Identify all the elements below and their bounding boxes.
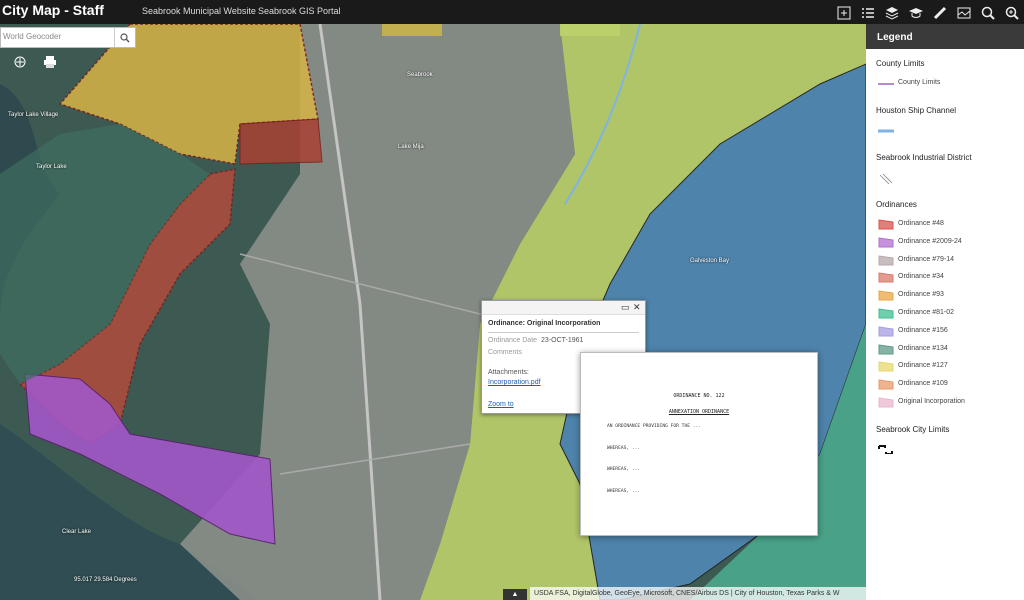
legend-item-ordinance: Ordinance #79-14 xyxy=(878,254,1018,268)
ship-channel-swatch xyxy=(878,129,894,133)
print-icon[interactable] xyxy=(40,52,60,72)
map-label: Seabrook xyxy=(407,72,433,78)
legend-header: Legend xyxy=(866,24,1024,49)
gis-portal-link[interactable]: Seabrook GIS Portal xyxy=(258,6,341,16)
legend-item-label: County Limits xyxy=(898,79,941,86)
popup-title: Ordinance: Original Incorporation xyxy=(488,320,601,327)
app-title: City Map - Staff xyxy=(2,2,104,18)
legend-item-city-limits xyxy=(878,442,1018,456)
chevron-up-icon[interactable]: ▲ xyxy=(503,589,527,600)
legend-item-label: Ordinance #127 xyxy=(898,362,948,370)
ordinance-swatch xyxy=(878,272,894,283)
zoom-icon[interactable] xyxy=(976,2,1000,24)
legend-item-label: Ordinance #48 xyxy=(898,220,944,227)
ordinance-swatch xyxy=(878,237,894,248)
legend-group-ship-channel: Houston Ship Channel xyxy=(876,106,957,115)
city-limits-swatch xyxy=(878,445,893,454)
ordinance-date-label: Ordinance Date xyxy=(488,337,538,344)
legend-item-ship-channel xyxy=(878,124,1018,138)
legend-item-ordinance: Ordinance #93 xyxy=(878,289,1018,303)
toolbar xyxy=(832,2,1024,24)
hatch-icon xyxy=(879,173,893,184)
share-icon[interactable] xyxy=(10,52,30,72)
municipal-website-link[interactable]: Seabrook Municipal Website xyxy=(142,6,256,16)
app-header: City Map - Staff Seabrook Municipal Webs… xyxy=(0,0,1024,24)
search-input[interactable]: World Geocoder xyxy=(0,27,136,48)
ordinance-swatch xyxy=(878,290,894,301)
legend-item-ordinance: Ordinance #134 xyxy=(878,343,1018,357)
search-placeholder: World Geocoder xyxy=(3,32,62,41)
legend-item-label: Ordinance #2009-24 xyxy=(898,237,962,245)
document-line: WHEREAS, ... xyxy=(607,467,641,472)
ruler-icon[interactable] xyxy=(928,2,952,24)
map-label: Clear Lake xyxy=(62,529,92,535)
divider xyxy=(488,332,639,333)
ordinance-swatch xyxy=(878,308,894,319)
document-line: WHEREAS, ... xyxy=(607,445,641,451)
legend-item-ordinance: Ordinance #34 xyxy=(878,271,1018,285)
close-icon[interactable]: ✕ xyxy=(633,302,641,313)
maximize-icon[interactable]: ▭ xyxy=(621,302,630,313)
legend-item-label: Ordinance #79-14 xyxy=(898,255,955,263)
layers-icon[interactable] xyxy=(880,2,904,24)
document-line: WHEREAS, ... xyxy=(607,488,641,494)
ordinance-swatch xyxy=(878,379,894,390)
legend-item-label: Ordinance #134 xyxy=(898,344,948,352)
legend-group-city-limits: Seabrook City Limits xyxy=(876,425,950,434)
map-label: Taylor Lake Village xyxy=(8,112,59,118)
legend-item-label: Ordinance #34 xyxy=(898,273,944,281)
legend-title: Legend xyxy=(877,32,913,43)
legend-item-label: Original Incorporation xyxy=(898,398,965,405)
legend-item-ordinance: Ordinance #81-02 xyxy=(878,307,1018,321)
graduation-cap-icon[interactable] xyxy=(904,2,928,24)
ordinance-swatch xyxy=(878,397,894,408)
document-heading: ORDINANCE NO. 122 xyxy=(673,393,725,399)
document-body: AN ORDINANCE PROVIDING FOR THE ... WHERE… xyxy=(607,423,793,495)
legend-group-county-limits: County Limits xyxy=(876,59,925,68)
basemap-icon[interactable] xyxy=(952,2,976,24)
ordinance-date-value: 23-OCT-1961 xyxy=(541,337,584,344)
coordinates-readout: 95.017 29.584 Degrees xyxy=(74,577,137,583)
search-icon[interactable] xyxy=(114,28,135,47)
ordinance-date-row: Ordinance Date 23-OCT-1961 xyxy=(488,337,583,344)
popup-header: ▭ ✕ xyxy=(482,301,645,315)
map-attribution: USDA FSA, DigitalGlobe, GeoEye, Microsof… xyxy=(530,587,866,600)
attachment-link[interactable]: Incorporation.pdf xyxy=(488,379,541,386)
ordinance-swatch xyxy=(878,255,894,266)
search-map-icon[interactable] xyxy=(1000,2,1024,24)
legend-item-label: Ordinance #156 xyxy=(898,326,948,334)
attachments-label: Attachments: xyxy=(488,369,529,376)
legend-item-industrial-district xyxy=(878,172,1018,186)
legend-item-ordinance: Ordinance #109 xyxy=(878,378,1018,392)
ordinance-swatch xyxy=(878,326,894,337)
legend-item-county-limits: County Limits xyxy=(878,77,1018,91)
document-line: AN ORDINANCE PROVIDING FOR THE ... xyxy=(607,424,702,429)
legend-group-ordinances: Ordinances xyxy=(876,200,917,209)
ordinance-swatch xyxy=(878,344,894,355)
legend-item-ordinance: Ordinance #156 xyxy=(878,325,1018,339)
document-subheading: ANNEXATION ORDINANCE xyxy=(668,409,730,415)
ordinance-swatch xyxy=(878,361,894,372)
county-limits-swatch xyxy=(878,83,894,85)
map-label: Taylor Lake xyxy=(36,164,67,170)
legend-item-ordinance: Ordinance #48 xyxy=(878,218,1018,232)
legend-item-ordinance: Ordinance #2009-24 xyxy=(878,236,1018,250)
map-label: Lake Mija xyxy=(398,144,424,150)
legend-group-industrial-district: Seabrook Industrial District xyxy=(876,153,972,162)
attachment-preview[interactable]: ORDINANCE NO. 122 ANNEXATION ORDINANCE A… xyxy=(580,352,818,536)
legend-item-ordinance: Ordinance #127 xyxy=(878,360,1018,374)
plus-square-icon[interactable] xyxy=(832,2,856,24)
legend-item-label: Ordinance #109 xyxy=(898,380,948,388)
zoom-to-link[interactable]: Zoom to xyxy=(488,401,514,408)
legend-panel: Legend County Limits County Limits Houst… xyxy=(866,24,1024,600)
list-icon[interactable] xyxy=(856,2,880,24)
legend-item-ordinance: Original Incorporation xyxy=(878,396,1018,410)
legend-item-label: Ordinance #81-02 xyxy=(898,309,955,316)
map-label: Galveston Bay xyxy=(690,258,730,264)
legend-item-label: Ordinance #93 xyxy=(898,291,944,299)
comments-label: Comments xyxy=(488,349,522,356)
ordinance-swatch xyxy=(878,219,894,230)
